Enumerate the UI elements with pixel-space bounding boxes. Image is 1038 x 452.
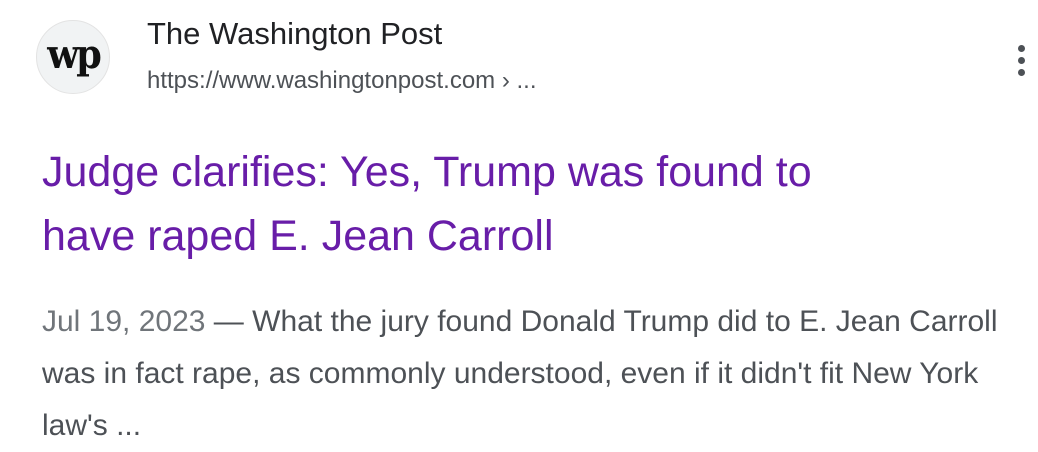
- favicon-text: wp: [47, 31, 102, 78]
- more-vert-icon: [1017, 44, 1025, 52]
- site-url[interactable]: https://www.washingtonpost.com › ...: [147, 64, 537, 98]
- title-line: have raped E. Jean Carroll: [42, 212, 554, 260]
- more-options-button[interactable]: [1004, 38, 1038, 82]
- more-vert-icon-dot: [1017, 56, 1025, 64]
- washington-post-logo-icon[interactable]: wp: [36, 20, 110, 94]
- date-separator: —: [205, 305, 253, 338]
- search-result: wp The Washington Post https://www.washi…: [0, 0, 1038, 451]
- result-date: Jul 19, 2023: [42, 305, 206, 338]
- result-title-link[interactable]: Judge clarifies: Yes, Trump was found to…: [42, 140, 1002, 268]
- title-line: Judge clarifies: Yes, Trump was found to: [42, 148, 812, 196]
- result-snippet: Jul 19, 2023 — What the jury found Donal…: [42, 296, 1027, 452]
- site-name[interactable]: The Washington Post: [147, 14, 442, 54]
- more-vert-icon-dot: [1017, 68, 1025, 76]
